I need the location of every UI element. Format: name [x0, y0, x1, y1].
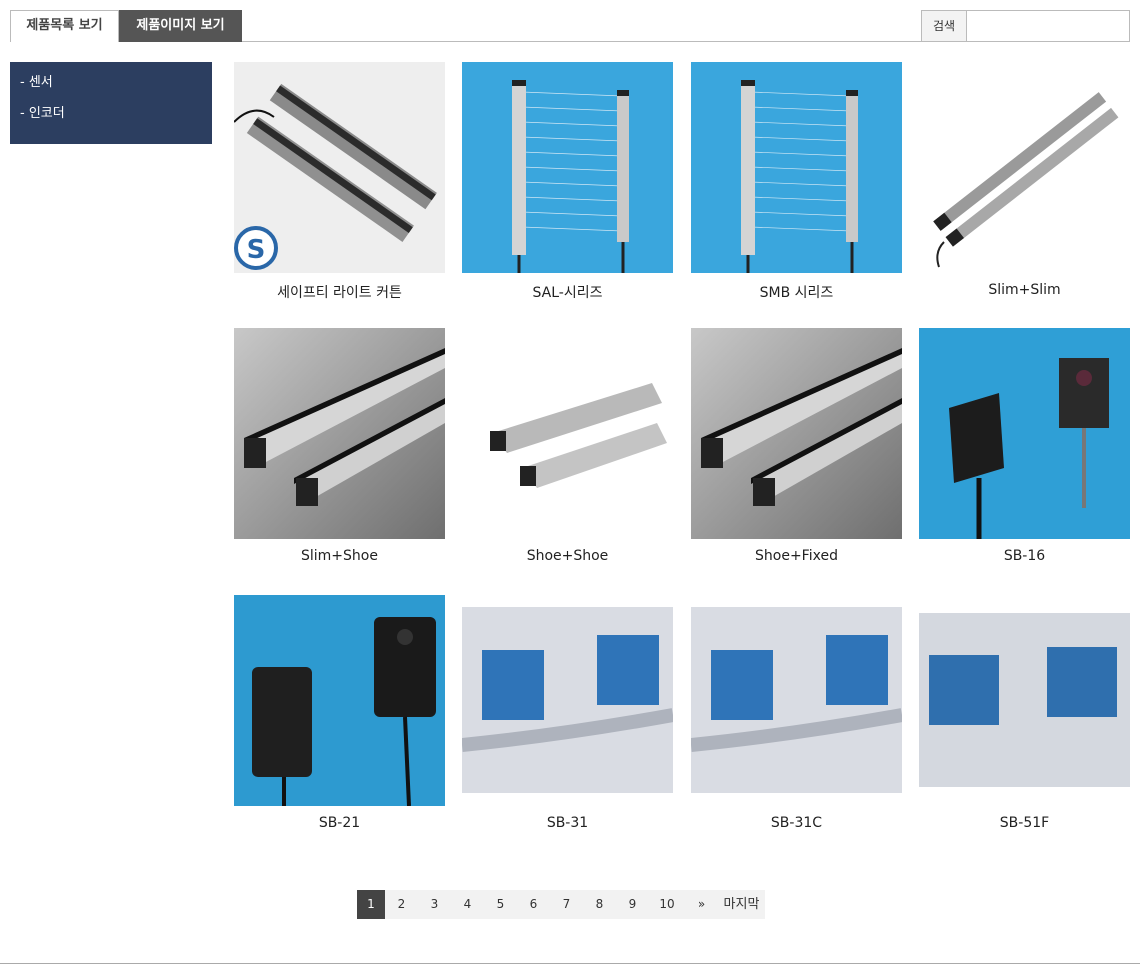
page-link-10[interactable]: 10: [649, 890, 685, 919]
product-image-sb-21[interactable]: [234, 595, 445, 806]
product-card[interactable]: SMB 시리즈: [691, 62, 902, 312]
category-sidebar: - 센서 - 인코더: [10, 62, 212, 144]
footer-divider: [0, 963, 1140, 964]
product-image-safety-light-curtain[interactable]: S: [234, 62, 445, 273]
page-link-2[interactable]: 2: [385, 890, 418, 919]
product-card[interactable]: Slim+Shoe: [234, 328, 445, 578]
svg-text:S: S: [247, 235, 266, 265]
sidebar-item-sensor[interactable]: - 센서: [10, 72, 212, 103]
product-card[interactable]: SB-51F: [919, 595, 1130, 845]
product-card[interactable]: Slim+Slim: [919, 62, 1130, 312]
product-card[interactable]: SAL-시리즈: [462, 62, 673, 312]
product-image-sb-31[interactable]: [462, 595, 673, 806]
product-image-slim-slim[interactable]: [919, 62, 1130, 273]
product-card[interactable]: SB-31C: [691, 595, 902, 845]
page-link-1[interactable]: 1: [357, 890, 385, 919]
product-name[interactable]: Slim+Slim: [919, 282, 1130, 298]
page-link-8[interactable]: 8: [583, 890, 616, 919]
product-name[interactable]: Shoe+Shoe: [462, 548, 673, 564]
pagination: 1 2 3 4 5 6 7 8 9 10 » 마지막: [357, 890, 765, 919]
product-image-shoe-fixed[interactable]: [691, 328, 902, 539]
product-name[interactable]: SB-31C: [691, 815, 902, 831]
product-name[interactable]: Shoe+Fixed: [691, 548, 902, 564]
product-name[interactable]: SB-21: [234, 815, 445, 831]
product-name[interactable]: SB-16: [919, 548, 1130, 564]
view-tab-bar: 제품목록 보기 제품이미지 보기 검색: [10, 10, 1130, 42]
page-link-9[interactable]: 9: [616, 890, 649, 919]
product-image-sb-31c[interactable]: [691, 595, 902, 806]
product-image-smb-series[interactable]: [691, 62, 902, 273]
product-name[interactable]: SMB 시리즈: [691, 282, 902, 302]
product-name[interactable]: SAL-시리즈: [462, 282, 673, 302]
product-card[interactable]: SB-21: [234, 595, 445, 845]
product-card[interactable]: SB-16: [919, 328, 1130, 578]
product-image-sb-16[interactable]: [919, 328, 1130, 539]
page-link-3[interactable]: 3: [418, 890, 451, 919]
product-name[interactable]: Slim+Shoe: [234, 548, 445, 564]
tab-product-image[interactable]: 제품이미지 보기: [119, 10, 242, 42]
sidebar-item-encoder[interactable]: - 인코더: [10, 103, 212, 134]
product-image-shoe-shoe[interactable]: [462, 328, 673, 539]
product-card[interactable]: Shoe+Fixed: [691, 328, 902, 578]
page-link-5[interactable]: 5: [484, 890, 517, 919]
page-link-6[interactable]: 6: [517, 890, 550, 919]
page-link-7[interactable]: 7: [550, 890, 583, 919]
product-image-sal-series[interactable]: [462, 62, 673, 273]
search-input[interactable]: [966, 10, 1130, 42]
page-link-4[interactable]: 4: [451, 890, 484, 919]
search-button[interactable]: 검색: [921, 10, 967, 42]
last-page-link[interactable]: 마지막: [718, 890, 765, 919]
next-page-link[interactable]: »: [685, 890, 718, 919]
product-image-slim-shoe[interactable]: [234, 328, 445, 539]
product-name[interactable]: 세이프티 라이트 커튼: [234, 282, 445, 302]
product-name[interactable]: SB-31: [462, 815, 673, 831]
product-card[interactable]: Shoe+Shoe: [462, 328, 673, 578]
product-name[interactable]: SB-51F: [919, 815, 1130, 831]
product-card[interactable]: SB-31: [462, 595, 673, 845]
tab-product-list[interactable]: 제품목록 보기: [10, 10, 119, 42]
product-card[interactable]: S 세이프티 라이트 커튼: [234, 62, 445, 312]
product-image-sb-51f[interactable]: [919, 595, 1130, 806]
